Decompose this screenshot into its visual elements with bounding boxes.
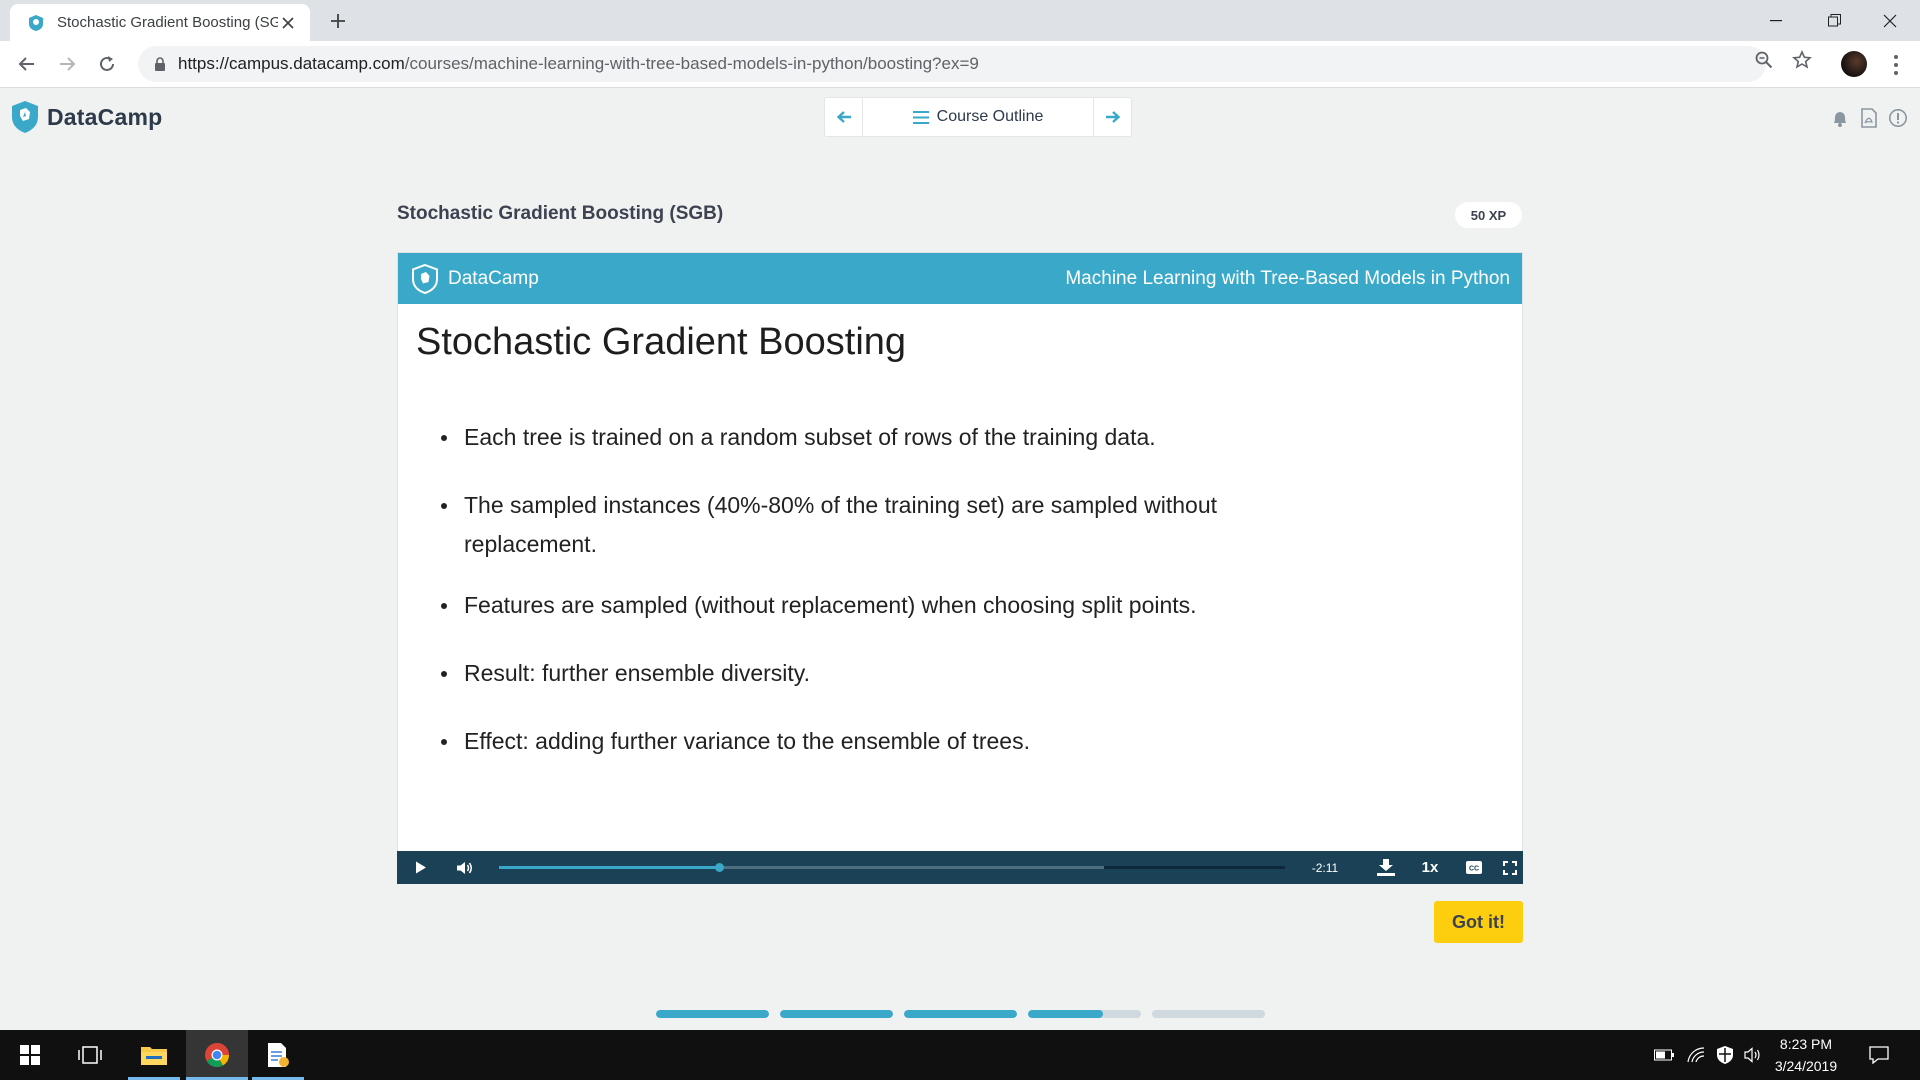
url-host: https://campus.datacamp.com <box>178 54 405 73</box>
course-outline-button[interactable]: Course Outline <box>862 98 1094 136</box>
slide-bullet: Each tree is trained on a random subset … <box>441 418 1341 457</box>
back-button[interactable] <box>12 49 42 79</box>
browser-menu-icon[interactable] <box>1884 51 1908 79</box>
logo-text: DataCamp <box>47 103 163 130</box>
captions-icon: CC <box>1466 861 1482 874</box>
next-exercise-button[interactable] <box>1094 98 1131 136</box>
slide-bullet-list: Each tree is trained on a random subset … <box>441 418 1341 790</box>
document-app-icon <box>268 1043 289 1067</box>
svg-text:CC: CC <box>1469 866 1479 873</box>
slide-brand: DataCamp <box>448 267 539 289</box>
download-button[interactable] <box>1371 851 1401 884</box>
address-bar[interactable]: https://campus.datacamp.com/courses/mach… <box>138 46 1766 82</box>
browser-tab[interactable]: Stochastic Gradient Boosting (SG <box>10 4 310 41</box>
forward-button[interactable] <box>52 49 82 79</box>
menu-icon <box>912 110 929 124</box>
previous-exercise-button[interactable] <box>825 98 862 136</box>
action-center-icon[interactable] <box>1866 1045 1892 1065</box>
slide-bullet: Features are sampled (without replacemen… <box>441 586 1341 625</box>
volume-button[interactable] <box>451 851 479 884</box>
seek-bar[interactable] <box>499 863 1285 872</box>
new-tab-button[interactable] <box>324 7 352 35</box>
progress-step-fill <box>780 1010 893 1018</box>
task-view-button[interactable] <box>64 1030 116 1080</box>
zoom-icon[interactable] <box>1752 48 1776 72</box>
minimize-button[interactable] <box>1748 0 1804 41</box>
slides-pdf-icon[interactable] <box>1858 107 1880 129</box>
time-remaining: -2:11 <box>1311 860 1339 875</box>
speaker-icon[interactable] <box>1742 1045 1764 1065</box>
captions-button[interactable]: CC <box>1459 851 1489 884</box>
lock-icon <box>155 56 165 71</box>
download-icon <box>1377 859 1395 876</box>
url-text: https://campus.datacamp.com/courses/mach… <box>178 54 979 74</box>
chrome-icon <box>205 1043 229 1068</box>
progress-step[interactable] <box>780 1010 893 1018</box>
progress-step[interactable] <box>656 1010 769 1018</box>
tab-close-icon[interactable] <box>278 13 298 33</box>
progress-step-fill <box>904 1010 1017 1018</box>
chrome-taskbar-item[interactable] <box>186 1030 248 1080</box>
course-navigation: Course Outline <box>824 97 1132 137</box>
slide-header: DataCamp Machine Learning with Tree-Base… <box>398 253 1522 304</box>
datacamp-slide-logo-icon <box>412 263 438 294</box>
fullscreen-button[interactable] <box>1495 851 1525 884</box>
datacamp-shield-icon <box>12 101 38 133</box>
restore-button[interactable] <box>1806 0 1862 41</box>
clock-date: 3/24/2019 <box>1774 1058 1838 1074</box>
datacamp-favicon-icon <box>29 14 43 31</box>
notification-bell-icon[interactable] <box>1829 107 1851 129</box>
datacamp-logo[interactable]: DataCamp <box>10 100 162 134</box>
taskbar-clock[interactable]: 8:23 PM 3/24/2019 <box>1762 1033 1850 1077</box>
reload-button[interactable] <box>92 49 122 79</box>
progress-step[interactable] <box>1028 1010 1141 1018</box>
lesson-progress <box>656 1010 1265 1018</box>
seek-handle[interactable] <box>715 863 725 872</box>
windows-taskbar: 8:23 PM 3/24/2019 <box>0 1030 1920 1080</box>
close-window-button[interactable] <box>1862 0 1918 41</box>
slide-bullet: Result: further ensemble diversity. <box>441 654 1341 693</box>
play-icon <box>416 861 426 874</box>
report-issue-icon[interactable] <box>1887 107 1909 129</box>
profile-avatar[interactable] <box>1841 51 1867 77</box>
browser-toolbar: https://campus.datacamp.com/courses/mach… <box>0 41 1920 88</box>
progress-step[interactable] <box>1152 1010 1265 1018</box>
windows-logo-icon <box>20 1045 40 1065</box>
seek-played <box>499 866 720 869</box>
folder-icon <box>141 1047 167 1065</box>
slide-bullet: The sampled instances (40%-80% of the tr… <box>441 486 1341 564</box>
xp-badge: 50 XP <box>1455 202 1522 228</box>
task-view-icon <box>78 1046 102 1064</box>
app-taskbar-item[interactable] <box>252 1030 304 1080</box>
file-explorer-taskbar-item[interactable] <box>128 1030 180 1080</box>
course-outline-label: Course Outline <box>936 108 1044 125</box>
battery-icon[interactable] <box>1653 1045 1675 1065</box>
start-button[interactable] <box>4 1030 56 1080</box>
wifi-icon[interactable] <box>1685 1045 1707 1065</box>
security-shield-icon[interactable] <box>1714 1045 1736 1065</box>
browser-tab-bar: Stochastic Gradient Boosting (SG <box>0 0 1920 41</box>
url-path: /courses/machine-learning-with-tree-base… <box>404 54 979 73</box>
progress-step-fill <box>656 1010 769 1018</box>
clock-time: 8:23 PM <box>1779 1036 1833 1052</box>
tab-title: Stochastic Gradient Boosting (SG <box>57 14 278 31</box>
video-player[interactable]: DataCamp Machine Learning with Tree-Base… <box>397 252 1523 884</box>
play-button[interactable] <box>407 851 435 884</box>
progress-step[interactable] <box>904 1010 1017 1018</box>
exercise-title: Stochastic Gradient Boosting (SGB) <box>397 203 724 224</box>
slide-course-name: Machine Learning with Tree-Based Models … <box>1065 267 1510 289</box>
fullscreen-icon <box>1503 860 1517 875</box>
progress-step-fill <box>1028 1010 1103 1018</box>
playback-speed-button[interactable]: 1x <box>1415 851 1445 884</box>
got-it-button[interactable]: Got it! <box>1434 901 1523 943</box>
volume-icon <box>457 861 472 874</box>
slide-title: Stochastic Gradient Boosting <box>416 321 907 363</box>
bookmark-star-icon[interactable] <box>1790 48 1814 72</box>
slide-bullet: Effect: adding further variance to the e… <box>441 722 1341 761</box>
player-controls: -2:11 1x CC <box>397 851 1523 884</box>
